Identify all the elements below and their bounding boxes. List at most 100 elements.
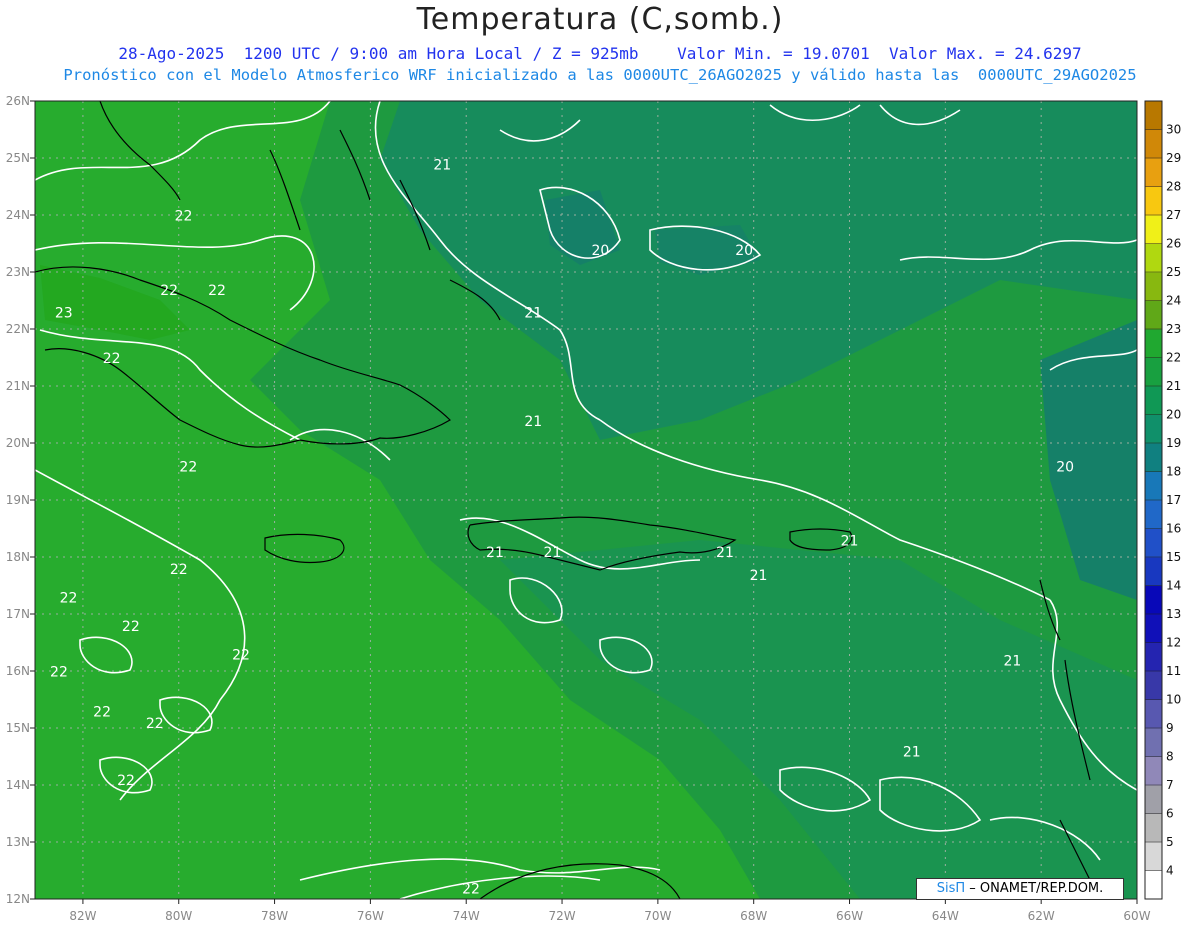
contour-label: 23 [55,306,73,322]
lat-tick-label: 26N [6,94,30,108]
colorbar-swatch [1145,699,1162,729]
lon-tick-label: 66W [836,909,863,923]
colorbar-label: 17 [1166,493,1181,507]
colorbar-label: 4 [1166,864,1174,878]
colorbar-label: 22 [1166,351,1181,365]
contour-label: 22 [50,665,68,681]
colorbar-label: 13 [1166,607,1181,621]
colorbar-swatch [1145,101,1162,130]
colorbar-swatch [1145,272,1162,301]
lon-tick-label: 70W [644,909,671,923]
lat-tick-label: 19N [6,493,30,507]
colorbar-swatch [1145,500,1162,529]
lat-tick-label: 23N [6,265,30,279]
colorbar-label: 30 [1166,123,1181,137]
colorbar-swatch [1145,357,1162,387]
contour-label: 22 [179,460,197,476]
lon-tick-label: 76W [357,909,384,923]
credit-box: SisΠ – ONAMET/REP.DOM. [916,878,1124,900]
contour-label: 22 [160,283,178,299]
colorbar-label: 7 [1166,778,1174,792]
colorbar-swatch [1145,557,1162,586]
lon-tick-label: 80W [165,909,192,923]
contour-label: 21 [433,157,451,173]
colorbar-label: 21 [1166,379,1181,393]
lon-tick-label: 74W [453,909,480,923]
colorbar-label: 9 [1166,721,1174,735]
colorbar-label: 8 [1166,750,1174,764]
contour-label: 22 [146,716,164,732]
colorbar-swatch [1145,443,1162,472]
lat-tick-label: 12N [6,892,30,906]
contour-label: 21 [486,545,504,561]
colorbar-label: 12 [1166,636,1181,650]
colorbar-label: 27 [1166,208,1181,222]
lon-tick-label: 72W [548,909,575,923]
colorbar-swatch [1145,870,1162,900]
contour-label: 22 [170,562,188,578]
colorbar-label: 15 [1166,550,1181,564]
lat-tick-label: 15N [6,721,30,735]
contour-label: 22 [462,881,480,897]
colorbar-swatch [1145,813,1162,843]
lat-tick-label: 24N [6,208,30,222]
credit-text: – ONAMET/REP.DOM. [969,881,1104,896]
colorbar-label: 24 [1166,294,1181,308]
colorbar-swatch [1145,129,1162,159]
lat-tick-label: 13N [6,835,30,849]
contour-label: 20 [591,243,609,259]
colorbar-swatch [1145,243,1162,273]
colorbar-swatch [1145,215,1162,244]
contour-label: 22 [175,209,193,225]
plot-area [35,101,1137,899]
colorbar-label: 10 [1166,693,1181,707]
colorbar-label: 16 [1166,522,1181,536]
lon-tick-label: 64W [932,909,959,923]
colorbar-label: 25 [1166,265,1181,279]
contour-label: 22 [122,619,140,635]
colorbar-swatch [1145,528,1162,558]
colorbar-swatch [1145,728,1162,757]
contour-label: 20 [735,243,753,259]
contour-label: 21 [716,545,734,561]
lat-tick-label: 17N [6,607,30,621]
colorbar-swatch [1145,585,1162,615]
colorbar-swatch [1145,158,1162,187]
contour-label: 22 [103,351,121,367]
colorbar-swatch [1145,671,1162,700]
colorbar-label: 14 [1166,579,1181,593]
colorbar-swatch [1145,300,1162,330]
lon-tick-label: 68W [740,909,767,923]
sispi-logo-text: SisΠ [936,881,966,896]
lat-tick-label: 22N [6,322,30,336]
colorbar-label: 6 [1166,807,1174,821]
colorbar-label: 28 [1166,180,1181,194]
colorbar-swatch [1145,386,1162,415]
contour-label: 22 [232,648,250,664]
colorbar-label: 19 [1166,436,1181,450]
contour-label: 22 [117,773,135,789]
contour-label: 20 [1056,460,1074,476]
lon-tick-label: 62W [1028,909,1055,923]
colorbar-label: 26 [1166,237,1181,251]
colorbar-label: 18 [1166,465,1181,479]
lon-tick-label: 82W [69,909,96,923]
map-figure: 21 22 22 22 23 22 22 20 20 21 21 20 21 21 21 21 21 22 22 22… [6,94,1182,923]
contour-label: 22 [93,705,111,721]
colorbar-swatch [1145,329,1162,358]
contour-label: 21 [524,306,542,322]
lat-tick-label: 20N [6,436,30,450]
colorbar-swatch [1145,642,1162,672]
contour-label: 21 [750,568,768,584]
colorbar-swatch [1145,414,1162,444]
colorbar-swatch [1145,471,1162,501]
contour-label: 22 [208,283,226,299]
colorbar-swatch [1145,785,1162,814]
colorbar-label: 29 [1166,151,1181,165]
contour-label: 21 [903,745,921,761]
colorbar-swatch [1145,842,1162,871]
lat-tick-label: 25N [6,151,30,165]
colorbar: 4 5 6 7 8 9 10 11 12 13 14 15 16 17 18 19 20 21 22 23 24 25 26… [1144,100,1181,900]
contour-label: 22 [60,591,78,607]
contour-label: 21 [544,545,562,561]
